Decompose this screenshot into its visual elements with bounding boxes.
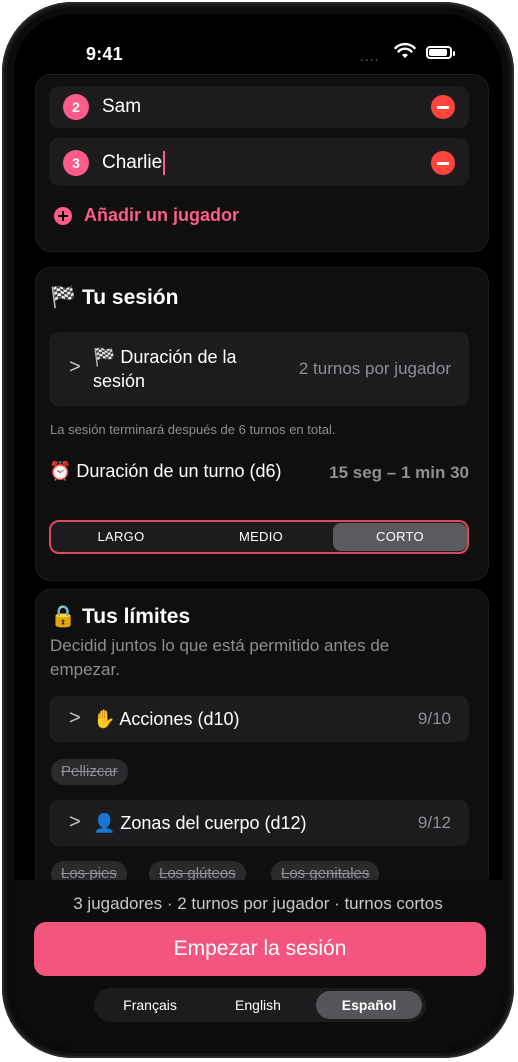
chip-pellizcar[interactable]: Pellizcar — [51, 759, 128, 785]
player-row-sam[interactable]: 2 Sam — [49, 86, 469, 128]
chevron-right-icon: > — [69, 356, 81, 378]
actions-count: 9/10 — [417, 709, 451, 728]
segment-largo[interactable]: LARGO — [51, 522, 191, 552]
session-summary: 3 jugadores · 2 turnos por jugador · tur… — [73, 894, 443, 913]
remove-player-icon[interactable] — [431, 95, 455, 119]
text-caret — [163, 150, 165, 175]
body-zones-row[interactable]: > 👤 Zonas del cuerpo (d12) 9/12 — [49, 800, 469, 846]
player-name[interactable]: Sam — [102, 94, 141, 120]
body-zones-count: 9/12 — [417, 813, 451, 832]
screen: 9:41 .... 2 Sam 3 Charlie Añadir un juga… — [14, 14, 502, 1046]
segment-medio[interactable]: MEDIO — [191, 522, 331, 552]
add-circle-icon[interactable] — [54, 207, 72, 225]
limits-title: 🔒 Tus límites — [50, 605, 191, 628]
turn-duration-label: ⏰ Duración de un turno (d6) — [49, 461, 282, 481]
turn-duration-value: 15 seg – 1 min 30 — [329, 463, 469, 482]
language-french[interactable]: Français — [98, 991, 202, 1019]
add-player-button[interactable]: Añadir un jugador — [84, 205, 239, 226]
session-title: 🏁 Tu sesión — [50, 286, 179, 309]
status-time: 9:41 — [86, 44, 123, 64]
player-name-input[interactable]: Charlie — [102, 150, 165, 176]
segment-corto[interactable]: CORTO — [333, 523, 467, 551]
player-row-charlie[interactable]: 3 Charlie — [49, 138, 469, 186]
session-note: La sesión terminará después de 6 turnos … — [50, 422, 336, 437]
start-session-button[interactable]: Empezar la sesión — [34, 922, 486, 976]
phone-frame: 9:41 .... 2 Sam 3 Charlie Añadir un juga… — [2, 2, 514, 1058]
turn-length-segmented-control[interactable]: LARGO MEDIO CORTO — [49, 520, 469, 554]
chevron-right-icon: > — [69, 811, 81, 833]
session-duration-value: 2 turnos por jugador — [298, 359, 451, 378]
wifi-icon — [394, 42, 416, 58]
battery-icon — [426, 46, 455, 59]
session-duration-label: 🏁 Duración de la sesión — [93, 347, 237, 391]
actions-label: ✋ Acciones (d10) — [93, 709, 240, 729]
limits-subtitle: Decidid juntos lo que está permitido ant… — [50, 636, 390, 679]
remove-player-icon[interactable] — [431, 151, 455, 175]
language-spanish[interactable]: Español — [316, 991, 422, 1019]
session-duration-row[interactable]: > 🏁 Duración de la sesión 2 turnos por j… — [49, 332, 469, 406]
language-english[interactable]: English — [206, 991, 310, 1019]
signal-dots: .... — [360, 48, 380, 64]
player-number-badge: 3 — [63, 150, 89, 176]
player-number-badge: 2 — [63, 94, 89, 120]
chevron-right-icon: > — [69, 707, 81, 729]
actions-row[interactable]: > ✋ Acciones (d10) 9/10 — [49, 696, 469, 742]
body-zones-label: 👤 Zonas del cuerpo (d12) — [93, 813, 307, 833]
language-switcher[interactable]: Français English Español — [94, 988, 426, 1022]
